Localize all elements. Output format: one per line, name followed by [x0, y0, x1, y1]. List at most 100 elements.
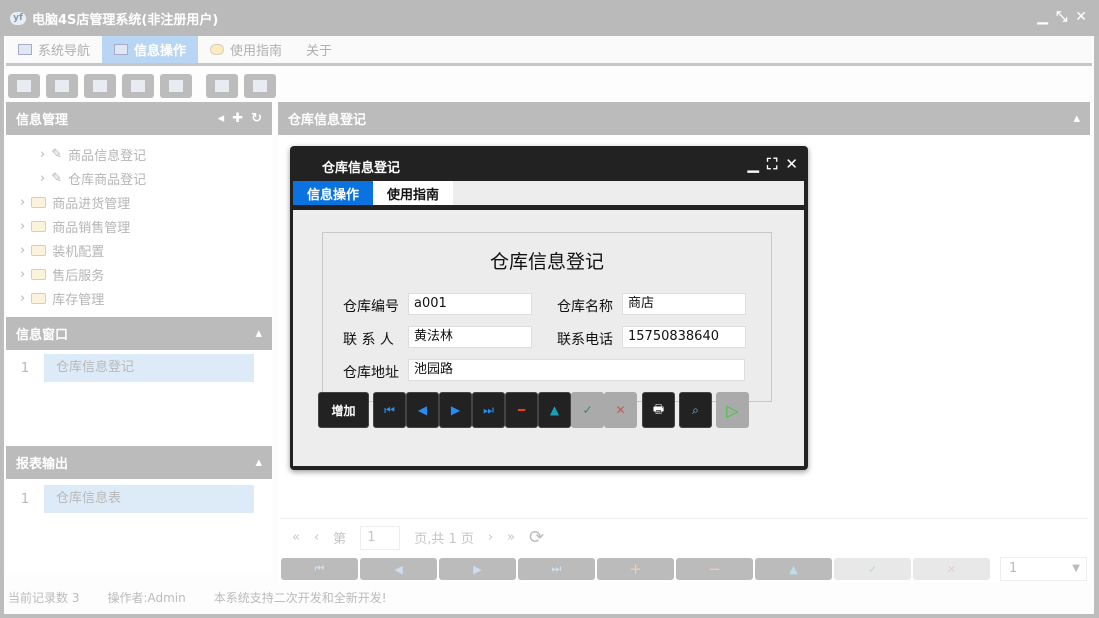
page-input[interactable]: 1: [360, 526, 400, 550]
print-button[interactable]: 🖶: [642, 392, 675, 428]
tool-user[interactable]: [122, 74, 154, 98]
cancel-button[interactable]: ✕: [604, 392, 637, 428]
tool-search[interactable]: [8, 74, 40, 98]
warehouse-id-input[interactable]: a001: [408, 293, 532, 315]
menu-system-nav[interactable]: 系统导航: [6, 36, 102, 63]
address-input[interactable]: 池园路: [408, 359, 745, 381]
page-size-select[interactable]: 1▼: [1000, 557, 1087, 581]
monitor-icon: [18, 44, 32, 55]
record-count: 当前记录数 3: [8, 589, 79, 606]
tree-item[interactable]: ›库存管理: [6, 286, 272, 310]
phone-input[interactable]: 15750838640: [622, 326, 746, 348]
tree-item[interactable]: ›商品进货管理: [6, 190, 272, 214]
tool-list[interactable]: [46, 74, 78, 98]
tool-add[interactable]: [206, 74, 238, 98]
refresh-icon[interactable]: ↻: [251, 111, 262, 126]
preview-button[interactable]: ⌕: [679, 392, 712, 428]
nav-tree: ›✎商品信息登记 ›✎仓库商品登记 ›商品进货管理 ›商品销售管理 ›装机配置 …: [6, 135, 272, 310]
grid-cancel-button[interactable]: ✕: [913, 558, 990, 580]
tree-item[interactable]: ›售后服务: [6, 262, 272, 286]
last-record-button[interactable]: ⏭: [472, 392, 505, 428]
menu-info-ops[interactable]: 信息操作: [102, 36, 198, 63]
panel-title: 报表输出: [16, 453, 68, 472]
tree-item[interactable]: ›✎仓库商品登记: [6, 166, 272, 190]
chevron-down-icon: ▼: [1072, 558, 1080, 580]
up-button[interactable]: ▲: [538, 392, 571, 428]
page-prefix: 第: [333, 528, 346, 547]
folder-icon: [31, 197, 46, 208]
first-page-button[interactable]: «: [292, 530, 300, 545]
grid-next-button[interactable]: ▶: [439, 558, 516, 580]
tab-guide[interactable]: 使用指南: [373, 181, 453, 205]
add-icon[interactable]: ✚: [232, 111, 243, 126]
last-page-button[interactable]: »: [507, 530, 515, 545]
close-button[interactable]: ✕: [785, 155, 798, 173]
field-label: 仓库编号: [343, 296, 399, 316]
pager: «‹ 第 1 页,共 1 页 ›» ⟳: [280, 518, 1088, 556]
field-label: 仓库名称: [557, 296, 613, 316]
maximize-button[interactable]: ⛶: [767, 155, 778, 173]
row-number: 1: [6, 361, 44, 376]
tree-item[interactable]: ›✎商品信息登记: [6, 142, 272, 166]
grid-add-button[interactable]: +: [597, 558, 674, 580]
field-label: 联 系 人: [343, 329, 394, 349]
delete-button[interactable]: ━: [505, 392, 538, 428]
grid-up-button[interactable]: ▲: [755, 558, 832, 580]
grid-icon: [114, 44, 128, 55]
refresh-icon[interactable]: ⟳: [529, 527, 544, 548]
chevron-right-icon: ›: [20, 243, 25, 258]
modal-dialog: 仓库信息登记 ▁⛶✕ 信息操作使用指南 仓库信息登记 仓库编号 a001 仓库名…: [290, 146, 808, 470]
minimize-button[interactable]: ▁: [747, 155, 759, 173]
tab-info-ops[interactable]: 信息操作: [293, 181, 373, 205]
next-record-button[interactable]: ▶: [439, 392, 472, 428]
tool-icon: ✎: [51, 147, 62, 162]
next-page-button[interactable]: ›: [488, 530, 493, 545]
chevron-right-icon: ›: [40, 147, 45, 162]
user-icon: [131, 80, 145, 92]
modal-tabs: 信息操作使用指南: [293, 181, 804, 210]
collapse-left-icon[interactable]: ◂: [218, 111, 225, 126]
add-button[interactable]: 增加: [318, 392, 369, 428]
first-record-button[interactable]: ⏮: [373, 392, 406, 428]
list-item[interactable]: 1仓库信息登记: [6, 354, 254, 382]
help-icon: [210, 44, 224, 55]
grid-save-button[interactable]: ✓: [834, 558, 911, 580]
warehouse-name-input[interactable]: 商店: [622, 293, 746, 315]
list-item[interactable]: 1仓库信息表: [6, 485, 254, 513]
collapse-icon[interactable]: ▴: [1073, 111, 1080, 126]
tree-label: 商品销售管理: [52, 217, 130, 236]
contact-input[interactable]: 黄法林: [408, 326, 532, 348]
collapse-icon[interactable]: ▴: [255, 455, 262, 470]
tool-frame[interactable]: [244, 74, 276, 98]
window-controls: ▁ ⤡ ✕: [1037, 9, 1087, 25]
tool-screen[interactable]: [160, 74, 192, 98]
info-window-header: 信息窗口 ▴: [6, 317, 272, 350]
frame-icon: [253, 80, 267, 92]
tree-item[interactable]: ›商品销售管理: [6, 214, 272, 238]
grid-prev-button[interactable]: ◀: [360, 558, 437, 580]
row-label: 仓库信息表: [44, 485, 254, 513]
collapse-icon[interactable]: ▴: [255, 326, 262, 341]
report-panel: 报表输出 ▴ 1仓库信息表: [6, 446, 272, 571]
tree-item[interactable]: ›装机配置: [6, 238, 272, 262]
close-button[interactable]: ✕: [1075, 9, 1087, 25]
prev-record-button[interactable]: ◀: [406, 392, 439, 428]
tool-document[interactable]: [84, 74, 116, 98]
save-button[interactable]: ✓: [571, 392, 604, 428]
panel-title: 信息窗口: [16, 324, 68, 343]
minimize-button[interactable]: ▁: [1037, 9, 1048, 25]
chevron-right-icon: ›: [20, 195, 25, 210]
chevron-right-icon: ›: [20, 267, 25, 282]
menu-about[interactable]: 关于: [294, 36, 344, 63]
info-mgmt-header: 信息管理◂✚↻: [6, 102, 272, 135]
status-note: 本系统支持二次开发和全新开发!: [214, 589, 387, 606]
prev-page-button[interactable]: ‹: [314, 530, 319, 545]
run-button[interactable]: ▷: [716, 392, 749, 428]
grid-delete-button[interactable]: −: [676, 558, 753, 580]
list-icon: [55, 80, 69, 92]
menu-guide[interactable]: 使用指南: [198, 36, 294, 63]
restore-button[interactable]: ⤡: [1056, 9, 1067, 25]
grid-last-button[interactable]: ⏭: [518, 558, 595, 580]
grid-first-button[interactable]: ⏮: [281, 558, 358, 580]
page-size-value: 1: [1009, 561, 1017, 576]
